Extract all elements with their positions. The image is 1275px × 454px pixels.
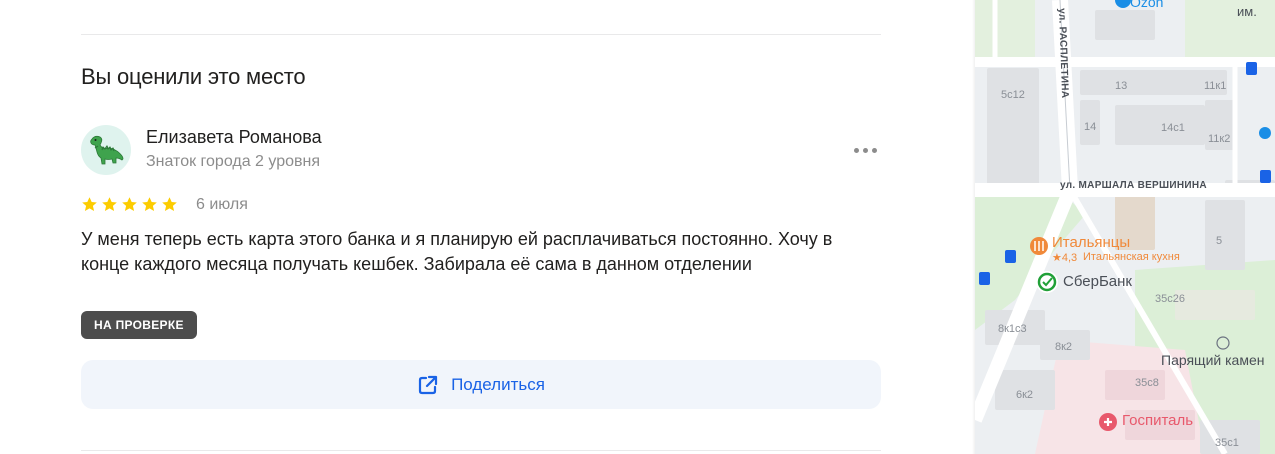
author-level: Знаток города 2 уровня xyxy=(146,153,321,170)
building-number: 35с8 xyxy=(1135,377,1159,389)
building-number: 5 xyxy=(1216,235,1223,247)
building-number: 11к2 xyxy=(1208,133,1231,145)
street-label-vershinina: ул. МАРШАЛА ВЕРШИНИНА xyxy=(1060,180,1207,191)
building-number: 35с1 xyxy=(1215,437,1239,449)
building-number: 5с12 xyxy=(1001,89,1025,101)
building-number: 13 xyxy=(1115,80,1128,92)
bottom-divider xyxy=(81,450,881,451)
poi-italian-name[interactable]: Итальянцы xyxy=(1052,234,1130,251)
map-ozon-label: Ozon xyxy=(1130,0,1164,10)
map-im-label: им. xyxy=(1237,4,1257,19)
poi-hospital-name[interactable]: Госпиталь xyxy=(1122,412,1193,429)
star-icon xyxy=(142,197,157,211)
dinosaur-icon xyxy=(90,135,124,165)
star-icon xyxy=(82,197,97,211)
building-number: 8к2 xyxy=(1055,341,1073,353)
review-date: 6 июля xyxy=(196,196,248,213)
building-number: 35с26 xyxy=(1155,293,1185,305)
share-icon xyxy=(418,375,438,394)
building-number: 14с1 xyxy=(1161,122,1185,134)
review-text: У меня теперь есть карта этого банка и я… xyxy=(81,229,833,274)
building-number: 8к1с3 xyxy=(998,323,1027,335)
more-options-button[interactable] xyxy=(848,140,882,160)
star-icon xyxy=(162,197,177,211)
building-number: 11к1 xyxy=(1204,80,1227,92)
more-dot xyxy=(871,147,877,153)
poi-sber-name[interactable]: СберБанк xyxy=(1063,273,1132,290)
map-canvas xyxy=(975,0,1275,454)
share-button[interactable]: Поделиться xyxy=(81,360,881,409)
star-icon xyxy=(122,197,137,211)
poi-park-name[interactable]: Парящий камен xyxy=(1161,352,1264,368)
map[interactable]: Ozon им. ул. РАСПЛЕТИНА ул. МАРШАЛА ВЕРШ… xyxy=(975,0,1275,454)
star-icon xyxy=(102,197,117,211)
top-divider xyxy=(81,34,881,35)
status-badge: НА ПРОВЕРКЕ xyxy=(81,311,197,339)
share-label: Поделиться xyxy=(451,374,545,394)
poi-italian-category: Итальянская кухня xyxy=(1083,251,1180,263)
building-number: 6к2 xyxy=(1016,389,1034,401)
more-dot xyxy=(862,147,868,153)
author-name[interactable]: Елизавета Романова xyxy=(146,127,322,148)
avatar[interactable] xyxy=(81,125,131,175)
more-dots-icon xyxy=(853,147,859,153)
building-number: 14 xyxy=(1084,121,1097,133)
section-title: Вы оценили это место xyxy=(81,64,306,89)
rating-stars xyxy=(81,196,178,213)
poi-italian-rating: ★4,3 xyxy=(1052,252,1078,264)
